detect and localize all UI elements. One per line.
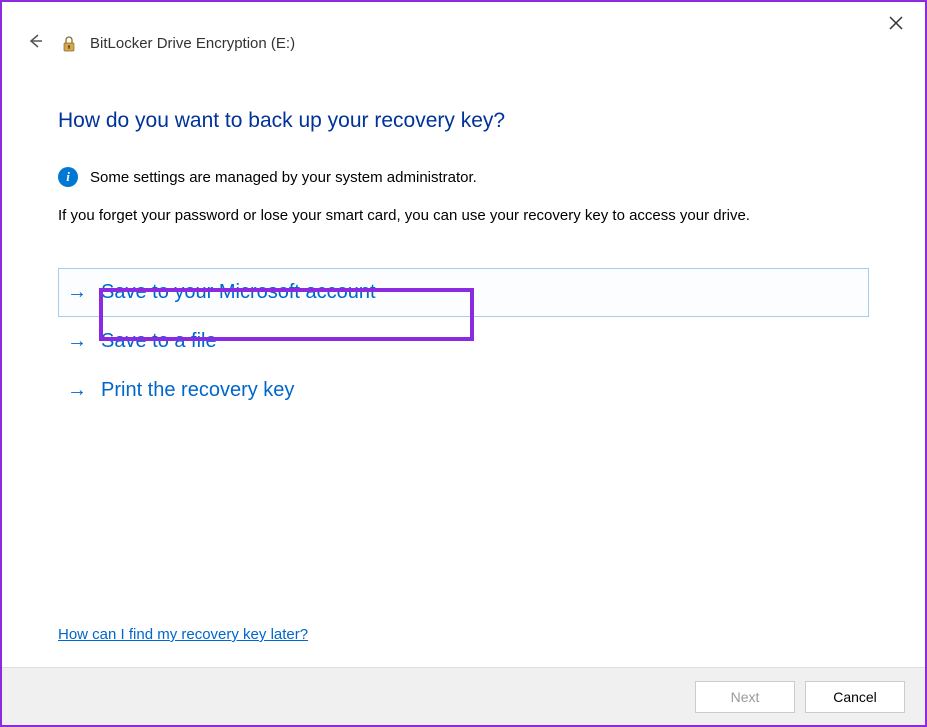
window-title: BitLocker Drive Encryption (E:) (90, 35, 295, 52)
option-label: Save to your Microsoft account (101, 281, 376, 304)
back-button[interactable] (22, 28, 48, 59)
info-icon: i (58, 167, 78, 187)
arrow-right-icon: → (65, 330, 89, 353)
option-list: → Save to your Microsoft account → Save … (58, 268, 869, 415)
option-label: Print the recovery key (101, 379, 294, 402)
arrow-right-icon: → (65, 379, 89, 402)
next-button[interactable]: Next (695, 681, 795, 713)
option-print-recovery-key[interactable]: → Print the recovery key (58, 366, 869, 415)
content-area: How do you want to back up your recovery… (2, 59, 925, 415)
close-icon (889, 16, 903, 30)
footer: Next Cancel (2, 667, 925, 725)
page-heading: How do you want to back up your recovery… (58, 109, 869, 133)
option-label: Save to a file (101, 330, 217, 353)
bitlocker-icon (58, 33, 80, 55)
info-text: Some settings are managed by your system… (90, 169, 477, 186)
arrow-right-icon: → (65, 281, 89, 304)
help-link[interactable]: How can I find my recovery key later? (58, 626, 308, 643)
option-save-to-file[interactable]: → Save to a file (58, 317, 869, 366)
option-save-microsoft-account[interactable]: → Save to your Microsoft account (58, 268, 869, 317)
back-arrow-icon (26, 32, 44, 50)
description-text: If you forget your password or lose your… (58, 207, 869, 224)
info-row: i Some settings are managed by your syst… (58, 167, 869, 187)
header: BitLocker Drive Encryption (E:) (2, 2, 925, 59)
cancel-button[interactable]: Cancel (805, 681, 905, 713)
close-button[interactable] (881, 10, 911, 39)
